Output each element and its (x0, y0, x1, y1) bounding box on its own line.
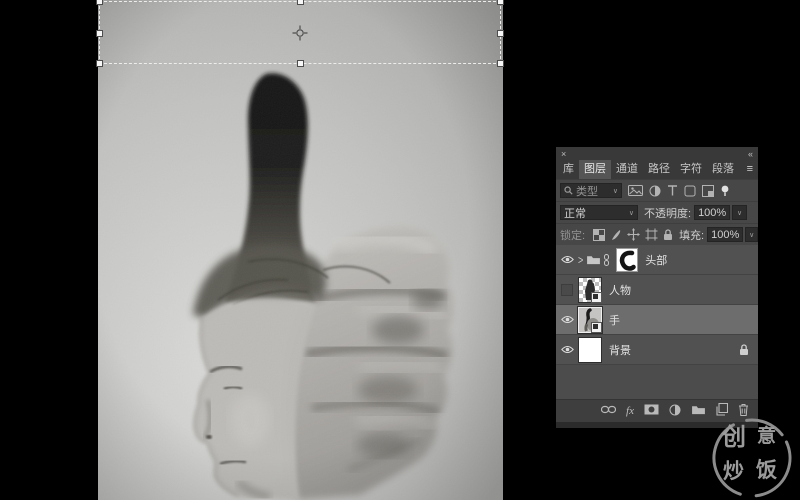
opacity-label: 不透明度: (644, 205, 691, 221)
watermark-logo: 创 意 炒 饭 (710, 416, 794, 500)
visibility-eye-icon[interactable] (556, 315, 578, 324)
transform-handle-bottom-right[interactable] (497, 60, 504, 67)
photoshop-workspace: × « 库 图层 通道 路径 字符 段落 ≡ 类型 ∨ (0, 0, 800, 500)
layer-row-hand[interactable]: 手 (556, 305, 758, 335)
visibility-toggle-empty[interactable] (556, 284, 578, 296)
tab-library[interactable]: 库 (558, 160, 579, 179)
layer-row-person[interactable]: 人物 (556, 275, 758, 305)
panel-titlebar: × « (556, 147, 758, 160)
filter-image-icon[interactable] (628, 185, 643, 196)
fill-label: 填充: (679, 227, 704, 243)
layer-row-head-group[interactable]: > 头部 (556, 245, 758, 275)
fill-dropdown-button[interactable]: ∨ (745, 227, 758, 242)
smart-object-badge-icon (591, 292, 602, 303)
layer-thumbnail-person[interactable] (578, 277, 602, 303)
transform-reference-point-icon[interactable] (292, 25, 308, 41)
layer-thumbnail-hand[interactable] (578, 307, 602, 333)
layer-thumbnail-background[interactable] (578, 337, 602, 363)
tab-paragraph[interactable]: 段落 (707, 160, 739, 179)
transform-handle-top-middle[interactable] (297, 0, 304, 5)
new-group-folder-icon[interactable] (691, 404, 706, 418)
visibility-eye-icon[interactable] (556, 345, 578, 354)
transform-selection-box[interactable] (99, 1, 501, 64)
lock-artboard-icon[interactable] (645, 228, 658, 241)
chevron-down-icon: ∨ (626, 209, 634, 217)
filter-type-dropdown[interactable]: 类型 ∨ (560, 183, 622, 198)
watermark-char: 炒 (723, 461, 744, 482)
panel-close-icon[interactable]: × (561, 149, 566, 159)
lock-row: 锁定: 填充: 100% ∨ (556, 223, 758, 245)
layer-name[interactable]: 背景 (609, 342, 631, 358)
lock-paint-brush-icon[interactable] (610, 229, 622, 241)
transform-handle-middle-left[interactable] (96, 30, 103, 37)
transform-handle-middle-right[interactable] (497, 30, 504, 37)
tab-paths[interactable]: 路径 (643, 160, 675, 179)
blend-mode-row: 正常 ∨ 不透明度: 100% ∨ (556, 201, 758, 223)
watermark-char: 饭 (756, 460, 777, 481)
transform-handle-bottom-middle[interactable] (297, 60, 304, 67)
layers-list: > 头部 人 (556, 245, 758, 399)
layer-name[interactable]: 人物 (609, 282, 631, 298)
panel-menu-icon[interactable]: ≡ (742, 160, 758, 179)
layer-filter-row: 类型 ∨ (556, 179, 758, 201)
opacity-input[interactable]: 100% (694, 205, 730, 220)
tab-character[interactable]: 字符 (675, 160, 707, 179)
tab-layers[interactable]: 图层 (579, 160, 611, 179)
blend-mode-dropdown[interactable]: 正常 ∨ (560, 205, 638, 220)
search-icon (564, 186, 573, 195)
layer-name[interactable]: 头部 (645, 252, 667, 268)
blend-mode-value: 正常 (564, 205, 586, 221)
filter-type-text-icon[interactable] (667, 185, 678, 196)
artwork-hand-face (98, 0, 503, 500)
lock-position-move-icon[interactable] (627, 228, 640, 241)
panel-collapse-icon[interactable]: « (748, 149, 753, 159)
filter-smart-object-icon[interactable] (702, 185, 714, 197)
lock-transparency-icon[interactable] (593, 229, 605, 241)
group-folder-icon (586, 254, 601, 265)
panel-tab-bar: 库 图层 通道 路径 字符 段落 ≡ (556, 160, 758, 179)
filter-pin-toggle-icon[interactable] (720, 185, 730, 197)
adjustment-layer-icon[interactable] (669, 404, 681, 419)
layer-locked-padlock-icon (739, 344, 749, 356)
opacity-value: 100% (698, 207, 726, 219)
layer-name[interactable]: 手 (609, 312, 620, 328)
fill-input[interactable]: 100% (707, 227, 743, 242)
chevron-down-icon: ∨ (737, 209, 742, 217)
document-canvas[interactable] (98, 0, 503, 500)
lock-label: 锁定: (560, 227, 585, 243)
layer-mask-thumbnail[interactable] (616, 248, 638, 272)
filter-adjustment-icon[interactable] (649, 185, 661, 197)
transform-handle-top-right[interactable] (497, 0, 504, 5)
fill-value: 100% (711, 229, 739, 241)
group-expand-arrow-icon[interactable]: > (578, 253, 583, 266)
layer-row-background[interactable]: 背景 (556, 335, 758, 365)
filter-type-label: 类型 (576, 183, 598, 199)
link-layers-icon[interactable] (601, 405, 616, 417)
smart-object-badge-icon (591, 322, 602, 333)
layers-panel: × « 库 图层 通道 路径 字符 段落 ≡ 类型 ∨ (556, 147, 758, 428)
transform-handle-bottom-left[interactable] (96, 60, 103, 67)
mask-link-chain-icon[interactable] (603, 254, 610, 266)
transform-handle-top-left[interactable] (96, 0, 103, 5)
visibility-eye-icon[interactable] (556, 255, 578, 264)
layer-effects-fx-icon[interactable]: fx (626, 405, 634, 417)
chevron-down-icon: ∨ (610, 187, 618, 195)
chevron-down-icon: ∨ (749, 231, 754, 239)
opacity-dropdown-button[interactable]: ∨ (732, 205, 747, 220)
filter-shape-icon[interactable] (684, 185, 696, 197)
add-layer-mask-icon[interactable] (644, 404, 659, 418)
lock-all-padlock-icon[interactable] (663, 229, 673, 241)
watermark-char: 创 (722, 426, 746, 450)
tab-channels[interactable]: 通道 (611, 160, 643, 179)
watermark-char: 意 (757, 427, 776, 446)
